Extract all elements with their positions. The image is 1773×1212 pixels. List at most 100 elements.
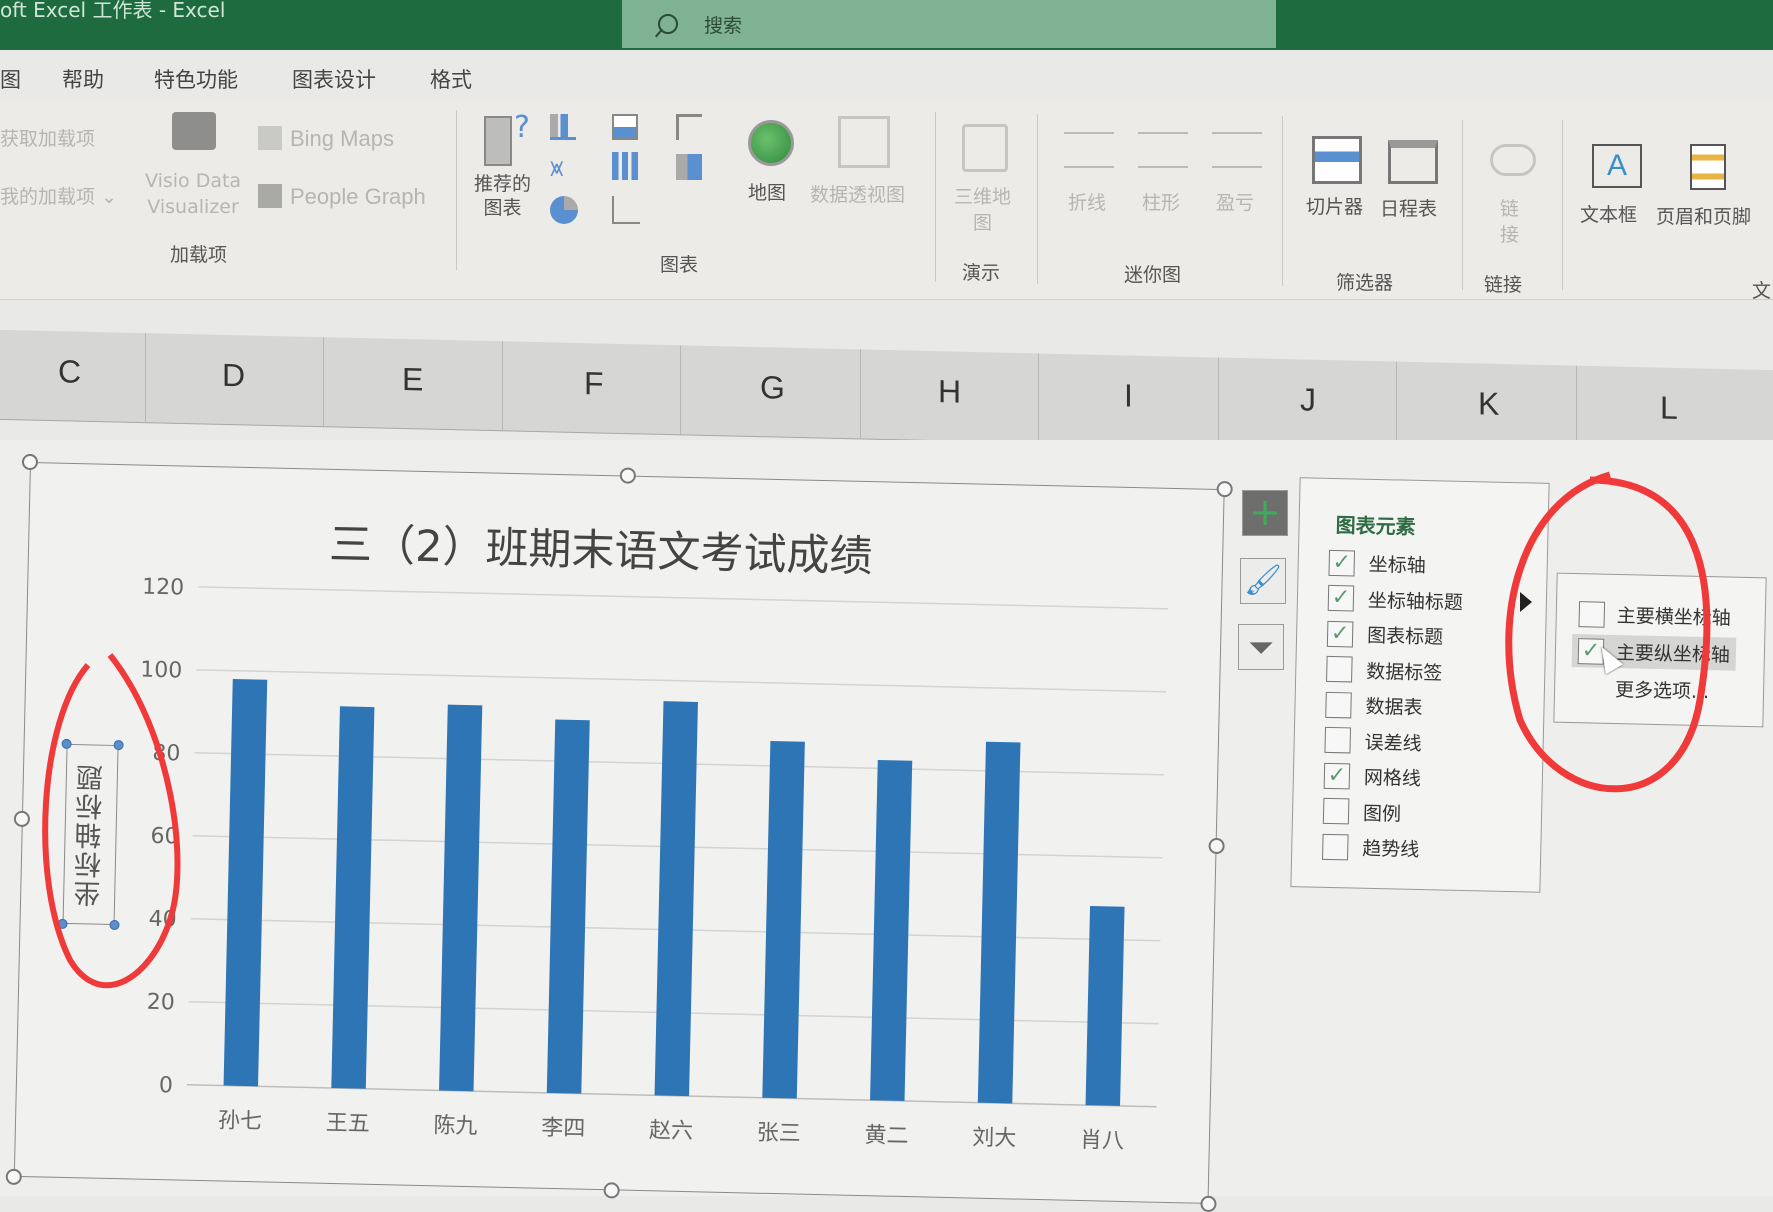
hierarchy-chart-icon[interactable]	[612, 114, 638, 140]
tab-draw[interactable]: 图	[0, 64, 21, 94]
3d-map-icon	[962, 124, 1008, 172]
checkbox[interactable]	[1322, 797, 1350, 825]
sparkline-column-icon	[1138, 132, 1188, 168]
line-chart-icon[interactable]: ⩙	[550, 154, 564, 182]
tab-features[interactable]: 特色功能	[154, 64, 238, 94]
divider	[935, 112, 936, 282]
axis-title-box[interactable]: 坐标轴标题	[57, 738, 124, 931]
column-chart-icon[interactable]	[550, 114, 576, 140]
checkbox[interactable]	[1322, 833, 1349, 860]
column-header[interactable]: I	[1124, 377, 1133, 414]
sparkline-winloss-button[interactable]: 盈亏	[1216, 188, 1254, 215]
magnifier-icon	[658, 14, 678, 34]
search-box[interactable]: 搜索	[622, 0, 1276, 48]
x-category-label: 孙七	[218, 1108, 263, 1134]
checkbox[interactable]	[1325, 691, 1352, 718]
chart-element-item[interactable]: 趋势线	[1322, 833, 1420, 862]
chart-styles-button[interactable]: 🖌	[1240, 558, 1286, 604]
chart-element-item[interactable]: 误差线	[1324, 726, 1422, 755]
column-header[interactable]: D	[222, 357, 245, 395]
slicer-button[interactable]: 切片器	[1306, 192, 1363, 219]
divider	[1282, 116, 1283, 286]
textbox-button[interactable]: 文本框	[1580, 200, 1637, 227]
column-divider	[145, 333, 146, 424]
pie-chart-icon[interactable]	[550, 196, 578, 224]
pivot-chart-icon	[838, 116, 890, 168]
checkbox-checked[interactable]: ✓	[1323, 762, 1351, 789]
combo-chart-icon[interactable]	[676, 154, 702, 180]
link-label-2: 接	[1500, 224, 1520, 246]
chart-element-item[interactable]: 数据标签	[1326, 655, 1443, 685]
tab-chart-design[interactable]: 图表设计	[292, 64, 376, 94]
sparkline-winloss-icon	[1212, 132, 1262, 168]
sparkline-column-button[interactable]: 柱形	[1142, 188, 1180, 215]
gridline	[196, 669, 1167, 693]
chart-element-item[interactable]: ✓ 坐标轴标题	[1327, 584, 1464, 614]
get-addins-button[interactable]: 获取加载项	[0, 124, 95, 151]
submenu-item-primary-horizontal[interactable]: 主要横坐标轴	[1578, 600, 1731, 630]
column-header[interactable]: G	[760, 369, 785, 407]
chart-element-item[interactable]: 数据表	[1325, 691, 1423, 720]
divider	[1462, 120, 1463, 290]
timeline-button[interactable]: 日程表	[1380, 194, 1437, 221]
submenu-item-label: 主要纵坐标轴	[1615, 642, 1731, 667]
more-options-link[interactable]: 更多选项...	[1615, 675, 1710, 704]
chart-element-label: 误差线	[1364, 731, 1422, 755]
recommended-chart-icon	[484, 116, 512, 166]
link-label-1: 链	[1500, 198, 1520, 220]
chart-element-item[interactable]: ✓ 坐标轴	[1328, 549, 1426, 578]
axis-title-submenu: 主要横坐标轴 ✓ 主要纵坐标轴 更多选项...	[1553, 572, 1767, 728]
column-header[interactable]: H	[938, 373, 961, 411]
checkbox-checked[interactable]: ✓	[1326, 620, 1354, 647]
checkbox[interactable]	[1326, 655, 1353, 683]
column-header[interactable]: C	[58, 353, 81, 391]
3d-map-label-2: 图	[973, 212, 993, 234]
checkbox-checked[interactable]: ✓	[1328, 549, 1356, 576]
chart-filters-button[interactable]: ⏷	[1238, 624, 1284, 670]
3d-map-button[interactable]: 三维地 图	[954, 184, 1011, 236]
checkbox[interactable]	[1324, 726, 1352, 754]
x-category-label: 黄二	[864, 1123, 909, 1149]
pivot-chart-button[interactable]: 数据透视图	[810, 180, 905, 207]
bing-maps-button[interactable]: Bing Maps	[290, 126, 394, 152]
recommended-label-1: 推荐的	[474, 173, 532, 195]
column-header[interactable]: K	[1478, 385, 1499, 422]
chart-element-item[interactable]: 图例	[1322, 797, 1402, 826]
3d-map-label-1: 三维地	[954, 186, 1012, 208]
bar	[546, 719, 590, 1094]
waterfall-chart-icon[interactable]	[676, 114, 702, 140]
chart-element-item[interactable]: ✓ 图表标题	[1326, 620, 1444, 650]
recommended-charts-button[interactable]: 推荐的 图表	[474, 172, 531, 220]
more-options-label: 更多选项...	[1614, 678, 1710, 704]
chart-element-item[interactable]: ✓ 网格线	[1323, 762, 1422, 791]
column-header[interactable]: L	[1660, 390, 1678, 427]
chart-element-label: 数据标签	[1366, 660, 1443, 684]
submenu-arrow-icon[interactable]	[1520, 592, 1532, 612]
people-graph-button[interactable]: People Graph	[290, 184, 426, 210]
y-tick-label: 20	[146, 990, 175, 1016]
my-addins-button[interactable]: 我的加载项 ⌄	[0, 182, 117, 209]
chart-area[interactable]: 三（2）班期末语文考试成绩 0 20 40 60 80 100 120 孙七 王五 陈九 李四 赵六张…	[5, 453, 1233, 1212]
sparkline-line-button[interactable]: 折线	[1068, 188, 1106, 215]
bar	[654, 701, 698, 1097]
tab-format[interactable]: 格式	[430, 64, 472, 94]
column-header[interactable]: E	[402, 361, 423, 398]
divider	[456, 110, 457, 270]
column-header[interactable]: J	[1300, 381, 1316, 418]
link-button[interactable]: 链 接	[1500, 196, 1519, 248]
checkbox-checked[interactable]: ✓	[1327, 584, 1355, 612]
map-button[interactable]: 地图	[748, 178, 786, 205]
selection-handle[interactable]	[61, 738, 72, 750]
chart-elements-button[interactable]: +	[1242, 490, 1288, 536]
tab-help[interactable]: 帮助	[62, 64, 104, 94]
column-header[interactable]: F	[584, 365, 604, 402]
y-axis-title[interactable]: 坐标轴标题	[69, 762, 111, 908]
checkbox[interactable]	[1578, 600, 1606, 628]
slicer-icon	[1312, 136, 1362, 184]
visio-data-visualizer-button[interactable]: Visio Data Visualizer	[145, 168, 241, 220]
statistic-chart-icon[interactable]	[612, 152, 638, 180]
checkmark-icon: ✓	[1327, 762, 1347, 788]
chart-element-label: 坐标轴标题	[1367, 589, 1464, 614]
scatter-chart-icon[interactable]	[612, 196, 640, 224]
header-footer-button[interactable]: 页眉和页脚	[1656, 202, 1751, 229]
